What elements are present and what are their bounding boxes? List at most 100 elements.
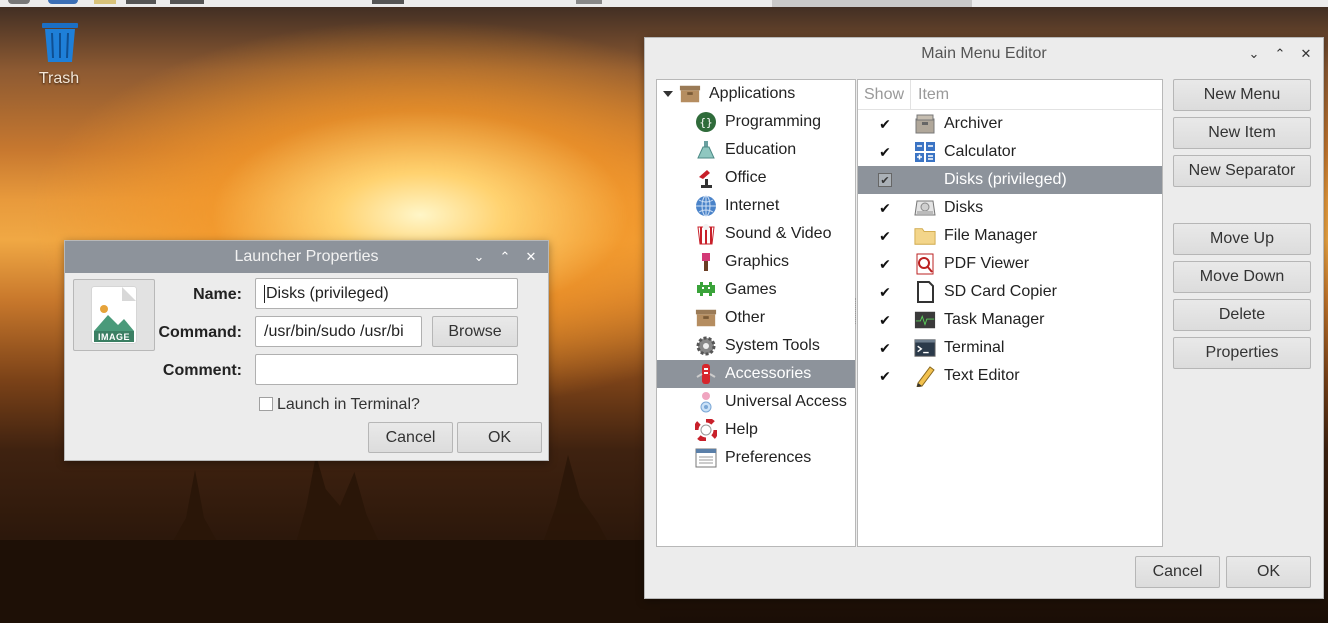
terminal-icon (914, 337, 936, 359)
dialog-titlebar[interactable]: Launcher Properties ⌄ ⌃ ✕ (65, 241, 548, 273)
help-icon (695, 419, 717, 441)
tree-item-education[interactable]: Education (657, 136, 855, 164)
tree-item-accessories[interactable]: Accessories (657, 360, 855, 388)
show-checkbox[interactable]: ✔ (878, 256, 892, 272)
internet-icon (695, 195, 717, 217)
tree-item-games[interactable]: Games (657, 276, 855, 304)
tree-item-label: Sound & Video (725, 225, 832, 242)
delete-button[interactable]: Delete (1173, 299, 1311, 331)
item-row[interactable]: ✔ Task Manager (858, 306, 1162, 334)
panel-button[interactable] (170, 0, 204, 4)
top-panel (0, 0, 1328, 7)
dialog-title: Launcher Properties (234, 248, 379, 265)
move-down-button[interactable]: Move Down (1173, 261, 1311, 293)
tree-item-help[interactable]: Help (657, 416, 855, 444)
show-checkbox[interactable]: ✔ (878, 340, 892, 356)
show-checkbox[interactable]: ✔ (878, 368, 892, 384)
trash-label: Trash (38, 70, 80, 87)
item-row[interactable]: ✔ Text Editor (858, 362, 1162, 390)
comment-label: Comment: (162, 362, 242, 379)
tree-item-system-tools[interactable]: System Tools (657, 332, 855, 360)
item-row[interactable]: ✔ File Manager (858, 222, 1162, 250)
tree-item-other[interactable]: Other (657, 304, 855, 332)
expander-down-icon[interactable] (663, 91, 673, 97)
maximize-icon[interactable]: ⌃ (1269, 43, 1291, 65)
tree-item-graphics[interactable]: Graphics (657, 248, 855, 276)
tree-item-programming[interactable]: {} Programming (657, 108, 855, 136)
show-checkbox[interactable]: ✔ (878, 116, 892, 132)
show-checkbox[interactable]: ✔ (878, 173, 892, 187)
item-label: Task Manager (944, 311, 1045, 328)
properties-button[interactable]: Properties (1173, 337, 1311, 369)
tree-item-label: Games (725, 281, 777, 298)
other-icon (695, 307, 717, 329)
name-field-value: Disks (privileged) (266, 284, 389, 302)
comment-field[interactable] (255, 354, 518, 385)
minimize-icon[interactable]: ⌄ (468, 246, 490, 268)
editor-cancel-button[interactable]: Cancel (1135, 556, 1220, 588)
icon-picker-button[interactable]: IMAGE (73, 279, 155, 351)
category-tree[interactable]: Applications {} Programming Education Offic… (656, 79, 856, 547)
new-separator-button[interactable]: New Separator (1173, 155, 1311, 187)
tree-item-sound-video[interactable]: Sound & Video (657, 220, 855, 248)
editor-titlebar[interactable]: Main Menu Editor ⌄ ⌃ ✕ (645, 38, 1323, 70)
item-label: Calculator (944, 143, 1017, 160)
tree-item-office[interactable]: Office (657, 164, 855, 192)
trash-desktop-icon[interactable]: Trash (28, 20, 90, 88)
tree-item-label: Other (725, 309, 766, 326)
panel-button[interactable] (8, 0, 30, 4)
calculator-icon (914, 141, 936, 163)
item-label: Archiver (944, 115, 1003, 132)
item-row[interactable]: ✔ Calculator (858, 138, 1162, 166)
tree-item-label: Graphics (725, 253, 790, 270)
taskbar-item[interactable] (576, 0, 602, 4)
taskbar-item[interactable] (372, 0, 404, 4)
minimize-icon[interactable]: ⌄ (1243, 43, 1265, 65)
editor-ok-button[interactable]: OK (1226, 556, 1311, 588)
show-checkbox[interactable]: ✔ (878, 284, 892, 300)
tree-item-applications[interactable]: Applications (657, 80, 855, 108)
blank-icon (914, 169, 936, 191)
item-row[interactable]: ✔ PDF Viewer (858, 250, 1162, 278)
panel-button[interactable] (126, 0, 156, 4)
show-checkbox[interactable]: ✔ (878, 144, 892, 160)
tree-item-label: Internet (725, 197, 780, 214)
panel-button[interactable] (94, 0, 116, 4)
ok-button[interactable]: OK (457, 422, 542, 453)
item-row[interactable]: ✔ Disks (858, 194, 1162, 222)
tree-item-preferences[interactable]: Preferences (657, 444, 855, 472)
sound-video-icon (695, 223, 717, 245)
command-label: Command: (158, 324, 242, 341)
tree-item-internet[interactable]: Internet (657, 192, 855, 220)
item-row[interactable]: ✔ Disks (privileged) (858, 166, 1162, 194)
launch-in-terminal-checkbox[interactable] (259, 397, 273, 411)
show-checkbox[interactable]: ✔ (878, 312, 892, 328)
column-header-item[interactable]: Item (918, 86, 949, 104)
new-item-button[interactable]: New Item (1173, 117, 1311, 149)
preferences-icon (695, 447, 717, 469)
close-icon[interactable]: ✕ (1295, 43, 1317, 65)
ground-silhouette (0, 540, 660, 623)
new-menu-button[interactable]: New Menu (1173, 79, 1311, 111)
taskbar-item-active[interactable] (772, 0, 972, 7)
name-field[interactable]: Disks (privileged) (255, 278, 518, 309)
item-label: PDF Viewer (944, 255, 1030, 272)
item-row[interactable]: ✔ SD Card Copier (858, 278, 1162, 306)
tree-item-label: Applications (709, 85, 796, 102)
item-row[interactable]: ✔ Archiver (858, 110, 1162, 138)
tree-item-label: Programming (725, 113, 822, 130)
command-field[interactable]: /usr/bin/sudo /usr/bi (255, 316, 422, 347)
items-list[interactable]: Show Item ✔ Archiver ✔ Calculator ✔ Disks (pr… (857, 79, 1163, 547)
show-checkbox[interactable]: ✔ (878, 228, 892, 244)
cancel-button[interactable]: Cancel (368, 422, 453, 453)
move-up-button[interactable]: Move Up (1173, 223, 1311, 255)
panel-button[interactable] (48, 0, 78, 4)
tree-item-universal-access[interactable]: Universal Access (657, 388, 855, 416)
item-row[interactable]: ✔ Terminal (858, 334, 1162, 362)
close-icon[interactable]: ✕ (520, 246, 542, 268)
items-header: Show Item (858, 80, 1162, 110)
column-header-show[interactable]: Show (864, 86, 904, 104)
show-checkbox[interactable]: ✔ (878, 200, 892, 216)
browse-button[interactable]: Browse (432, 316, 518, 347)
maximize-icon[interactable]: ⌃ (494, 246, 516, 268)
